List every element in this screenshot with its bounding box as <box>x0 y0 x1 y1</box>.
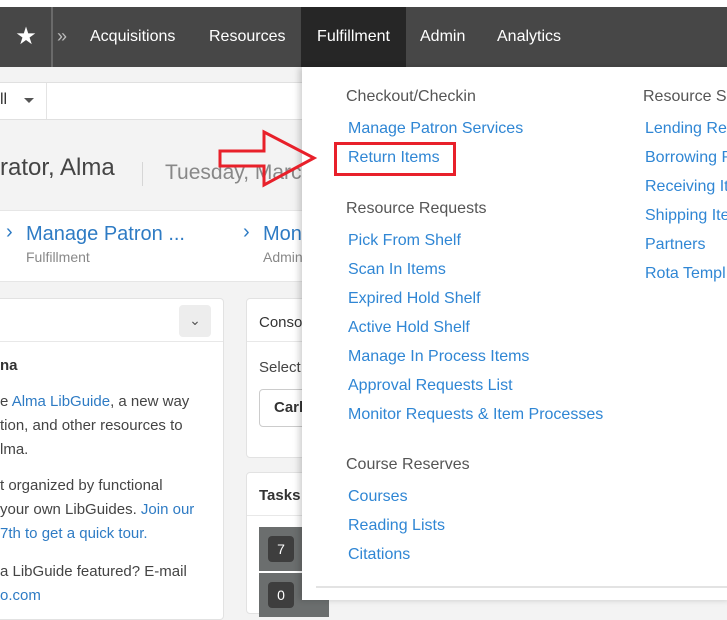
libguide-title: na <box>0 357 18 374</box>
recent-page-title: Mon <box>263 223 302 245</box>
nav-item-fulfillment[interactable]: Fulfillment <box>301 7 406 67</box>
text: your own LibGuides. <box>0 501 141 518</box>
libguide-line: your own LibGuides. Join our <box>0 498 194 522</box>
menu-section-heading: Resource Requests <box>346 200 487 217</box>
menu-link-manage-in-process-items[interactable]: Manage In Process Items <box>348 348 529 366</box>
libguide-line: o.com <box>0 584 41 608</box>
menu-section-heading: Checkout/Checkin <box>346 88 476 105</box>
menu-link-courses[interactable]: Courses <box>348 488 408 506</box>
menu-link-borrowing-requests[interactable]: Borrowing R <box>645 149 727 167</box>
nav-item-resources[interactable]: Resources <box>209 7 285 67</box>
menu-link-manage-patron-services[interactable]: Manage Patron Services <box>348 120 523 138</box>
search-scope-value: ll <box>0 91 8 108</box>
quick-tour-link[interactable]: 7th to get a quick tour. <box>0 525 148 542</box>
email-link[interactable]: o.com <box>0 587 41 604</box>
nav-item-analytics[interactable]: Analytics <box>497 7 561 67</box>
search-bar: ll <box>0 82 310 120</box>
menu-link-receiving-items[interactable]: Receiving It <box>645 178 727 196</box>
menu-link-lending-requests[interactable]: Lending Re <box>645 120 727 138</box>
menu-link-reading-lists[interactable]: Reading Lists <box>348 517 445 535</box>
select-label: Select <box>259 359 301 376</box>
menu-link-approval-requests-list[interactable]: Approval Requests List <box>348 377 513 395</box>
menu-bottom-divider <box>316 586 727 588</box>
widget-title: Tasks <box>259 487 301 504</box>
join-link[interactable]: Join our <box>141 501 194 518</box>
menu-link-scan-in-items[interactable]: Scan In Items <box>348 261 446 279</box>
menu-section-heading: Course Reserves <box>346 456 470 473</box>
libguide-line: tion, and other resources to <box>0 417 183 434</box>
menu-link-citations[interactable]: Citations <box>348 546 410 564</box>
menu-link-pick-from-shelf[interactable]: Pick From Shelf <box>348 232 461 250</box>
libguide-line: 7th to get a quick tour. <box>0 522 148 546</box>
text: e <box>0 393 12 410</box>
nav-divider <box>51 7 53 67</box>
select-value: Carl <box>274 399 304 416</box>
star-icon[interactable]: ★ <box>0 7 52 67</box>
recent-page-subtitle: Fulfillment <box>26 249 90 265</box>
nav-item-acquisitions[interactable]: Acquisitions <box>90 7 175 67</box>
libguide-line: lma. <box>0 441 29 458</box>
chevron-right-icon: › <box>6 221 13 243</box>
annotation-arrow-icon <box>218 129 318 188</box>
user-greeting: rator, Alma <box>0 154 115 181</box>
double-chevron-right-icon[interactable]: » <box>57 7 67 67</box>
libguide-line: t organized by functional <box>0 477 163 494</box>
menu-link-rota-templates[interactable]: Rota Templ <box>645 265 726 283</box>
recent-page-subtitle: Admin <box>263 249 303 265</box>
caret-down-icon <box>24 98 34 103</box>
task-count: 0 <box>268 582 294 608</box>
task-count: 7 <box>268 536 294 562</box>
libguide-line: e Alma LibGuide, a new way <box>0 390 189 414</box>
widget-header: ⌄ <box>0 299 223 342</box>
greeting-divider <box>142 162 143 186</box>
text: , a new way <box>110 393 190 410</box>
nav-item-admin[interactable]: Admin <box>420 7 465 67</box>
menu-link-expired-hold-shelf[interactable]: Expired Hold Shelf <box>348 290 481 308</box>
main-navbar: ★ » Acquisitions Resources Fulfillment A… <box>0 7 727 67</box>
menu-link-active-hold-shelf[interactable]: Active Hold Shelf <box>348 319 470 337</box>
recent-page-title: Manage Patron ... <box>26 223 185 245</box>
annotation-highlight-box <box>334 142 456 176</box>
search-scope-dropdown[interactable]: ll <box>0 83 47 119</box>
alma-libguide-link[interactable]: Alma LibGuide <box>12 393 110 410</box>
chevron-down-icon[interactable]: ⌄ <box>179 305 211 337</box>
menu-link-monitor-requests[interactable]: Monitor Requests & Item Processes <box>348 406 603 424</box>
chevron-right-icon: › <box>243 221 250 243</box>
menu-link-partners[interactable]: Partners <box>645 236 705 254</box>
menu-section-heading: Resource S <box>643 88 727 105</box>
widget-title: Conso <box>259 314 303 331</box>
menu-link-shipping-items[interactable]: Shipping Ite <box>645 207 727 225</box>
top-strip <box>0 0 727 7</box>
recent-pages-bar: › Manage Patron ... Fulfillment › Mon Ad… <box>0 210 310 282</box>
libguide-line: a LibGuide featured? E-mail <box>0 563 187 580</box>
